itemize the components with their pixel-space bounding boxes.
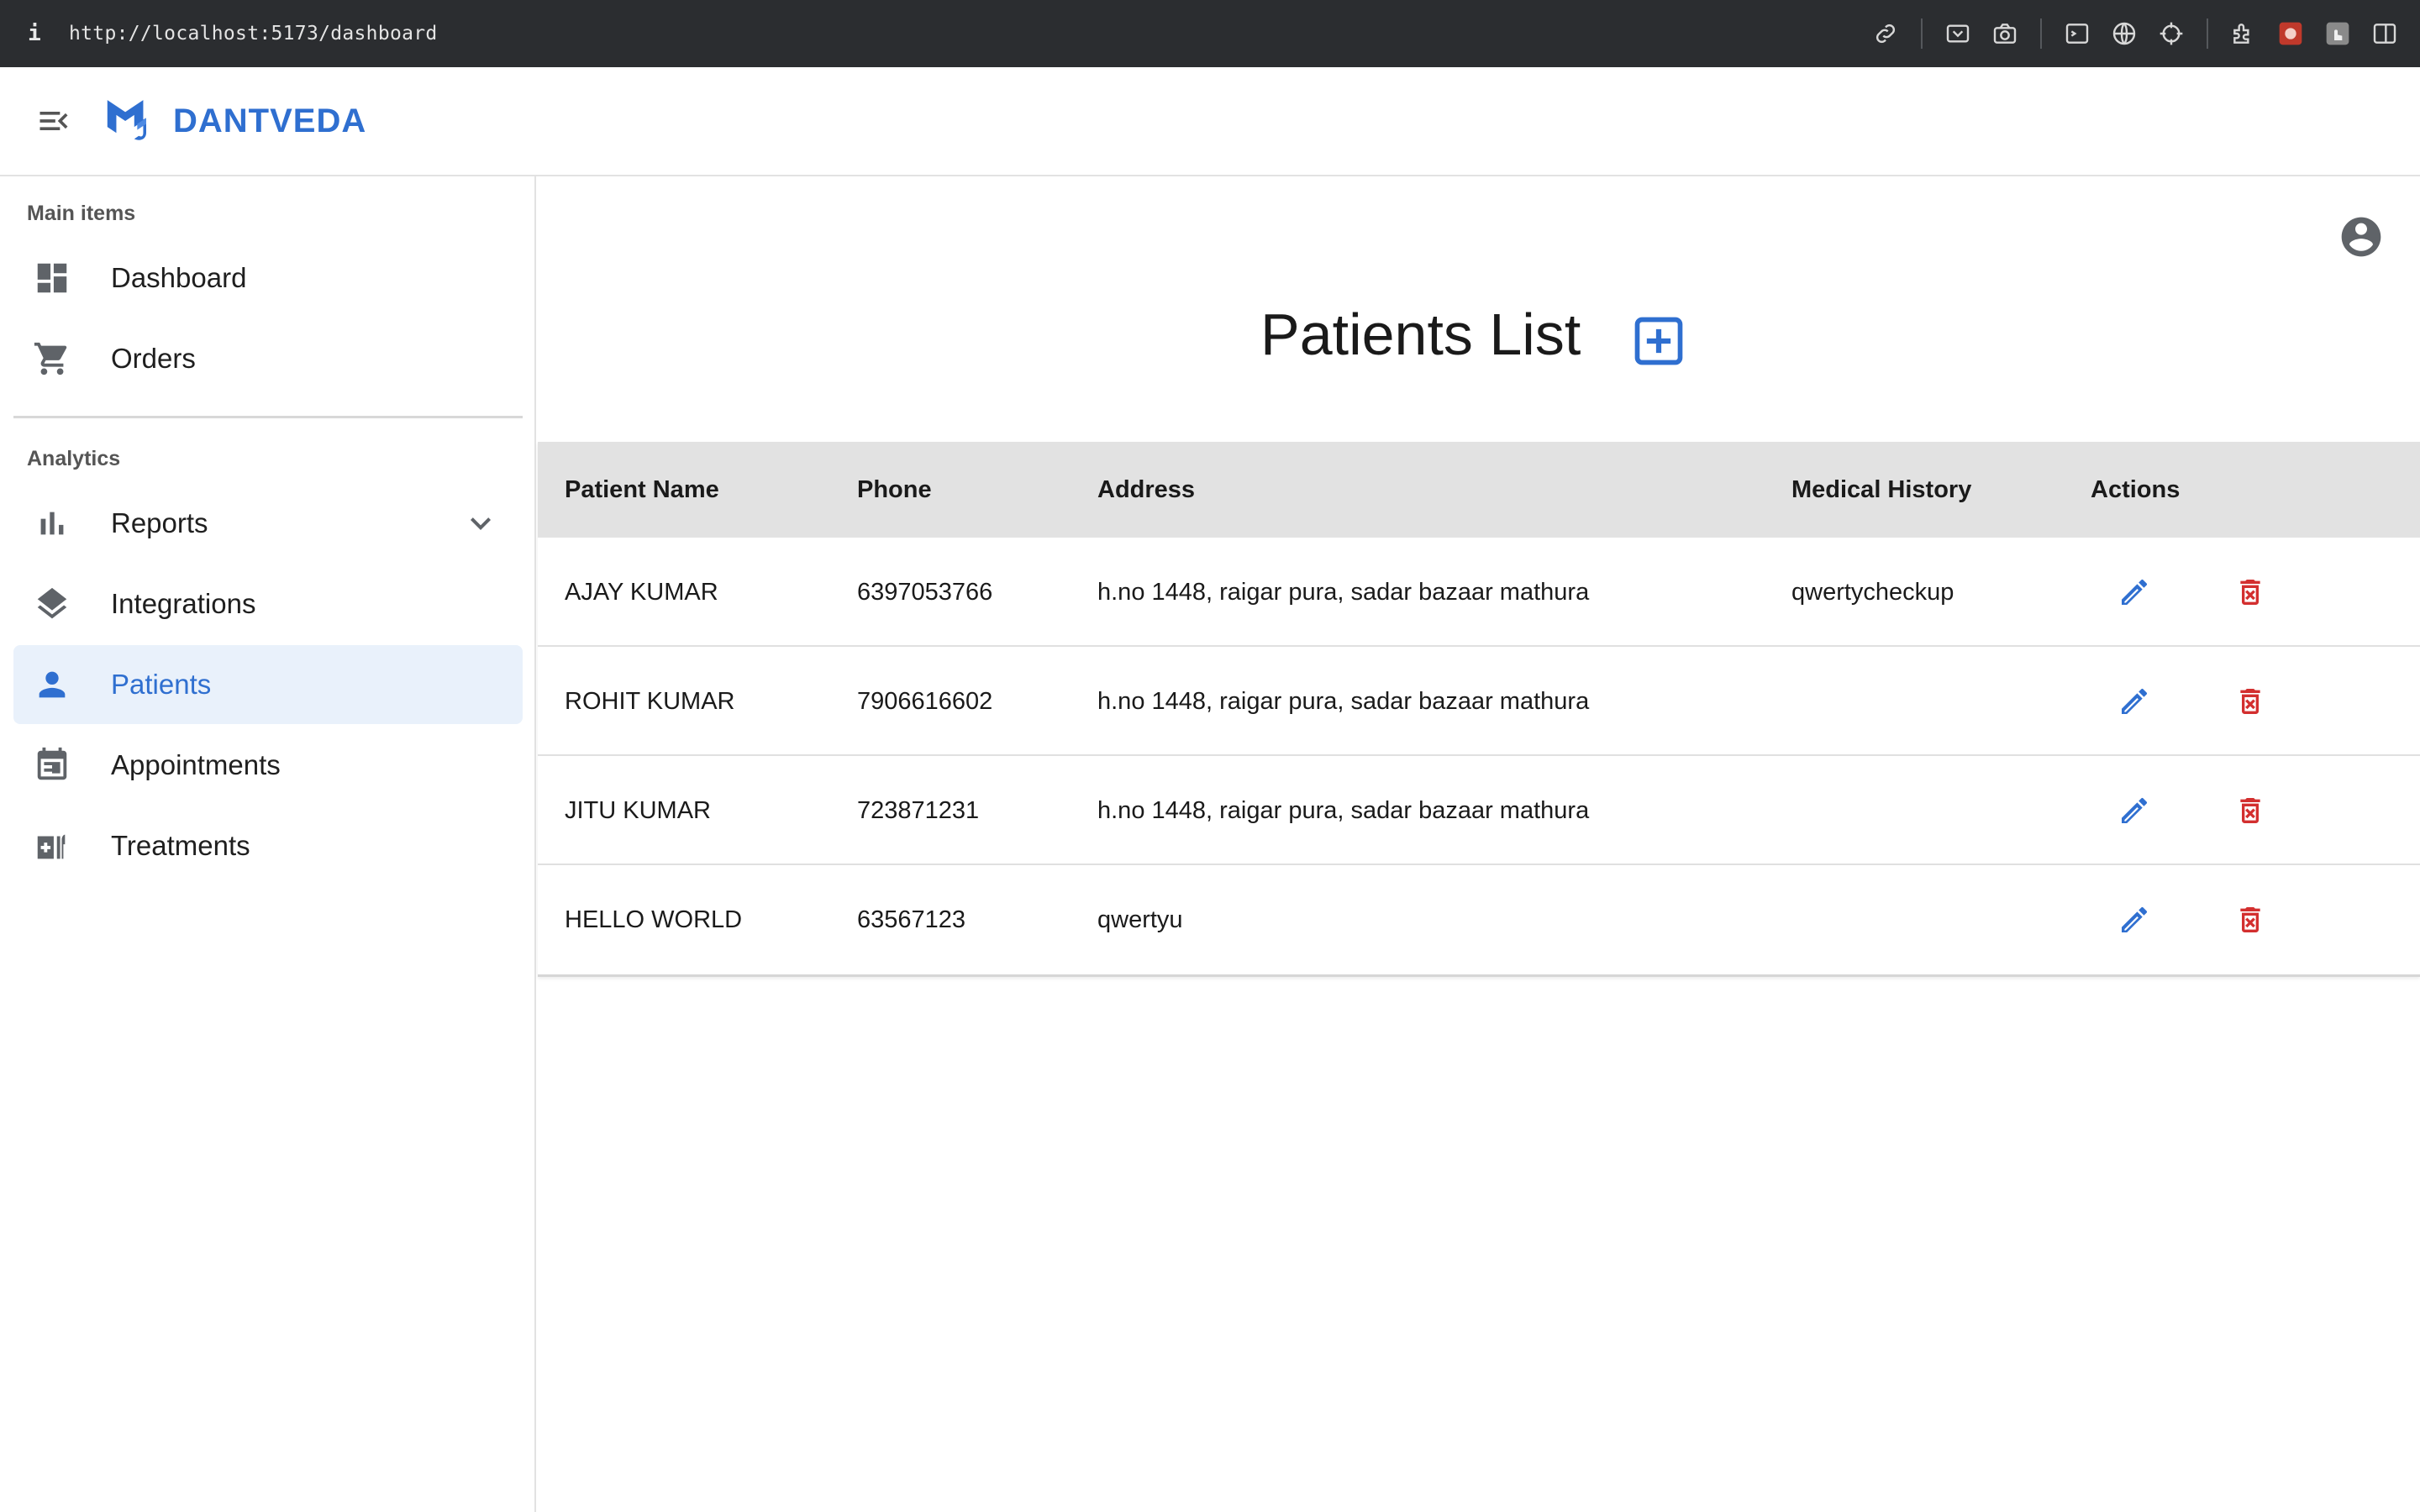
crosshair-icon[interactable] — [2148, 0, 2195, 67]
cell-address: qwertyu — [1097, 906, 1183, 933]
edit-button[interactable] — [2114, 790, 2154, 831]
sidebar-divider — [13, 416, 523, 418]
sidebar-item-label: Reports — [111, 507, 208, 538]
sidebar-item-label: Orders — [111, 343, 196, 374]
edit-icon — [2122, 906, 2148, 932]
sidebar-item-label: Dashboard — [111, 262, 247, 293]
sidebar-item-appointments[interactable]: Appointments — [13, 726, 523, 805]
sidebar-item-label: Patients — [111, 669, 212, 700]
menu-collapse-button[interactable] — [27, 94, 81, 148]
delete-icon — [2240, 580, 2260, 605]
sidebar-toggle-icon[interactable] — [2361, 0, 2408, 67]
account-circle-icon[interactable] — [2338, 213, 2385, 260]
table-row: ROHIT KUMAR 7906616602 h.no 1448, raigar… — [538, 647, 2420, 756]
cell-phone: 63567123 — [857, 906, 966, 933]
table-row: HELLO WORLD 63567123 qwertyu — [538, 865, 2420, 974]
delete-button[interactable] — [2230, 900, 2270, 940]
sidebar-item-reports[interactable]: Reports — [13, 484, 523, 563]
cell-address: h.no 1448, raigar pura, sadar bazaar mat… — [1097, 579, 1590, 606]
column-header-name[interactable]: Patient Name — [565, 476, 719, 504]
edit-button[interactable] — [2114, 900, 2154, 940]
terminal-icon[interactable] — [2054, 0, 2101, 67]
chevron-down-icon[interactable] — [460, 503, 501, 543]
calendar-icon — [32, 745, 72, 785]
column-header-actions: Actions — [2091, 475, 2181, 503]
cell-name: HELLO WORLD — [565, 906, 743, 933]
menu-open-icon — [39, 112, 68, 130]
cell-name: JITU KUMAR — [565, 797, 711, 824]
extension-hand-icon[interactable] — [2314, 0, 2361, 67]
toolbar-divider — [2207, 18, 2208, 49]
delete-icon — [2240, 798, 2260, 823]
screenshot-area-icon[interactable] — [1934, 0, 1981, 67]
column-header-history[interactable]: Medical History — [1791, 476, 1971, 504]
site-info-icon[interactable]: i — [0, 21, 69, 46]
extension-red-icon[interactable] — [2267, 0, 2314, 67]
toolbar-divider — [2040, 18, 2042, 49]
cell-phone: 723871231 — [857, 797, 980, 824]
bar-chart-icon — [32, 503, 72, 543]
dashboard-icon — [32, 258, 72, 298]
cell-address: h.no 1448, raigar pura, sadar bazaar mat… — [1097, 797, 1590, 824]
globe-icon[interactable] — [2101, 0, 2148, 67]
cell-address: h.no 1448, raigar pura, sadar bazaar mat… — [1097, 688, 1590, 715]
logo-icon — [107, 100, 146, 140]
camera-icon[interactable] — [1981, 0, 2028, 67]
section-label-analytics: Analytics — [27, 447, 121, 470]
cell-phone: 6397053766 — [857, 579, 993, 606]
delete-button[interactable] — [2230, 790, 2270, 831]
section-label-main: Main items — [27, 202, 136, 225]
cell-phone: 7906616602 — [857, 688, 993, 715]
sidebar-item-label: Appointments — [111, 749, 281, 780]
app-header: DANTVEDA — [0, 67, 2420, 176]
delete-button[interactable] — [2230, 681, 2270, 722]
column-header-address[interactable]: Address — [1097, 476, 1195, 504]
person-icon — [32, 664, 72, 705]
add-patient-button[interactable] — [1630, 312, 1687, 370]
edit-button[interactable] — [2114, 572, 2154, 612]
browser-toolbar: i http://localhost:5173/dashboard — [0, 0, 2420, 67]
edit-icon — [2122, 579, 2148, 605]
cell-history: qwertycheckup — [1791, 579, 1954, 606]
link-icon[interactable] — [1862, 0, 1909, 67]
column-header-phone[interactable]: Phone — [857, 476, 932, 504]
sidebar-item-treatments[interactable]: Treatments — [13, 806, 523, 885]
table-row: JITU KUMAR 723871231 h.no 1448, raigar p… — [538, 756, 2420, 865]
cell-name: ROHIT KUMAR — [565, 688, 735, 715]
main-content: Patients List Patient Name Phone Address… — [538, 176, 2420, 1512]
layers-icon — [32, 584, 72, 624]
delete-button[interactable] — [2230, 572, 2270, 612]
medical-services-icon — [32, 826, 72, 866]
sidebar-item-integrations[interactable]: Integrations — [13, 564, 523, 643]
extensions-icon[interactable] — [2220, 0, 2267, 67]
edit-icon — [2122, 688, 2148, 714]
delete-icon — [2240, 689, 2260, 714]
sidebar-item-orders[interactable]: Orders — [13, 319, 523, 398]
sidebar-item-label: Treatments — [111, 830, 250, 861]
edit-icon — [2122, 797, 2148, 823]
brand-name[interactable]: DANTVEDA — [173, 102, 366, 140]
browser-tools — [1862, 0, 2420, 67]
table-row: AJAY KUMAR 6397053766 h.no 1448, raigar … — [538, 538, 2420, 647]
cart-icon — [32, 339, 72, 379]
address-bar[interactable]: http://localhost:5173/dashboard — [69, 23, 438, 45]
edit-button[interactable] — [2114, 681, 2154, 722]
table-header: Patient Name Phone Address Medical Histo… — [538, 442, 2420, 538]
patients-table: Patient Name Phone Address Medical Histo… — [538, 442, 2420, 977]
cell-name: AJAY KUMAR — [565, 579, 718, 606]
toolbar-divider — [1921, 18, 1923, 49]
delete-icon — [2240, 907, 2260, 932]
page-title: Patients List — [1260, 302, 1581, 367]
sidebar-item-patients[interactable]: Patients — [13, 645, 523, 724]
sidebar-item-label: Integrations — [111, 588, 256, 619]
sidebar-item-dashboard[interactable]: Dashboard — [13, 239, 523, 318]
sidebar: Main items Dashboard Orders Analytics Re… — [0, 176, 536, 1512]
